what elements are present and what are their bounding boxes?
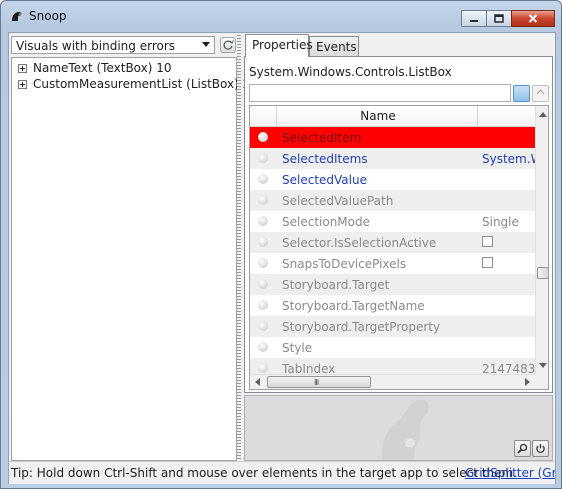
property-marker-icon[interactable] — [258, 195, 268, 205]
properties-pane: Properties Events System.Windows.Control… — [242, 33, 555, 461]
property-name: SelectedValue — [282, 173, 367, 187]
property-name: SelectedValuePath — [282, 194, 394, 208]
tab-events[interactable]: Events — [309, 36, 359, 56]
property-row[interactable]: SelectionMode Single — [250, 211, 535, 232]
scroll-left-icon[interactable] — [255, 378, 260, 386]
property-row[interactable]: Selector.IsSelectionActive — [250, 232, 535, 253]
scroll-grip: III — [314, 378, 319, 387]
property-name: Selector.IsSelectionActive — [282, 236, 437, 250]
tab-properties[interactable]: Properties — [245, 34, 313, 57]
property-marker-icon[interactable] — [258, 237, 268, 247]
scroll-up-icon[interactable] — [539, 112, 547, 117]
property-row[interactable]: SelectedValuePath — [250, 190, 535, 211]
chevron-down-icon — [202, 42, 210, 47]
property-row[interactable]: Style — [250, 337, 535, 358]
horizontal-scrollbar[interactable]: III — [250, 374, 535, 389]
property-row[interactable]: Storyboard.TargetName — [250, 295, 535, 316]
property-marker-icon[interactable] — [258, 216, 268, 226]
property-value[interactable]: System.W — [482, 152, 535, 166]
visual-tree-pane: Visuals with binding errors NameText (Te… — [9, 33, 258, 461]
collapse-button[interactable] — [532, 85, 549, 102]
property-marker-icon[interactable] — [258, 342, 268, 352]
snoop-dog-watermark-icon — [381, 399, 429, 460]
visual-filter-selected: Visuals with binding errors — [16, 39, 176, 53]
property-row[interactable]: TabIndex 2147483 — [250, 358, 535, 375]
refresh-icon — [223, 40, 234, 50]
scroll-thumb[interactable]: III — [267, 376, 371, 388]
column-separator[interactable] — [276, 106, 277, 126]
property-filter-input[interactable] — [249, 84, 511, 102]
column-separator[interactable] — [477, 106, 478, 126]
property-value-checkbox[interactable] — [482, 257, 493, 268]
tree-item-label: CustomMeasurementList (ListBox) 26 — [33, 77, 258, 91]
zoom-icon — [517, 443, 528, 454]
zoom-button[interactable] — [514, 440, 531, 457]
property-marker-icon[interactable] — [258, 279, 268, 289]
selected-element-link[interactable]: GridSplitter (Grid — [465, 466, 555, 480]
property-name: Style — [282, 341, 313, 355]
preview-panel — [244, 395, 553, 461]
property-name: Storyboard.TargetName — [282, 299, 425, 313]
property-name: SelectionMode — [282, 215, 370, 229]
property-value[interactable]: Single — [482, 215, 519, 229]
close-icon — [528, 14, 538, 23]
title-bar[interactable]: Snoop — [1, 1, 561, 31]
vertical-scrollbar[interactable] — [535, 106, 548, 374]
filter-toggle-button[interactable] — [513, 85, 530, 102]
column-header-name[interactable]: Name — [280, 109, 476, 123]
tree-item[interactable]: CustomMeasurementList (ListBox) 26 — [18, 76, 258, 92]
properties-tab-panel: System.Windows.Controls.ListBox Name Sel… — [244, 56, 553, 393]
property-rows: SelectedItemSelectedItemsSystem.WSelecte… — [250, 127, 535, 375]
property-row[interactable]: SelectedValue — [250, 169, 535, 190]
expand-plus-icon[interactable] — [18, 79, 27, 89]
status-tip: Tip: Hold down Ctrl-Shift and mouse over… — [11, 466, 517, 480]
property-marker-icon[interactable] — [258, 363, 268, 373]
scroll-down-icon[interactable] — [539, 363, 547, 368]
property-row[interactable]: SelectedItems System.W — [250, 148, 535, 169]
scroll-corner — [535, 374, 548, 389]
property-name: Storyboard.TargetProperty — [282, 320, 441, 334]
property-row[interactable]: Storyboard.Target — [250, 274, 535, 295]
close-button[interactable] — [511, 10, 555, 27]
snoop-window: Snoop Visuals with binding errors NameTe… — [0, 0, 562, 489]
minimize-button[interactable] — [461, 10, 487, 27]
visual-tree[interactable]: NameText (TextBox) 10 CustomMeasurementL… — [11, 57, 258, 461]
property-marker-icon[interactable] — [258, 132, 268, 142]
property-row[interactable]: Storyboard.TargetProperty — [250, 316, 535, 337]
property-value-checkbox[interactable] — [482, 236, 493, 247]
property-marker-icon[interactable] — [258, 300, 268, 310]
property-row[interactable]: SnapsToDevicePixels — [250, 253, 535, 274]
maximize-button[interactable] — [486, 10, 512, 27]
property-marker-icon[interactable] — [258, 321, 268, 331]
window-title: Snoop — [29, 9, 67, 23]
property-row[interactable]: SelectedItem — [250, 127, 535, 148]
selected-type-name: System.Windows.Controls.ListBox — [249, 65, 452, 79]
power-button[interactable] — [532, 440, 549, 457]
scroll-thumb[interactable] — [537, 267, 548, 279]
property-name: SelectedItems — [282, 152, 368, 166]
scroll-right-icon[interactable] — [525, 378, 530, 386]
property-name: Storyboard.Target — [282, 278, 390, 292]
maximize-icon — [494, 14, 504, 23]
minimize-icon — [470, 19, 478, 22]
tree-item[interactable]: NameText (TextBox) 10 — [18, 60, 172, 76]
status-bar: Tip: Hold down Ctrl-Shift and mouse over… — [9, 461, 555, 484]
visual-filter-combo[interactable]: Visuals with binding errors — [11, 36, 215, 54]
refresh-button[interactable] — [220, 37, 236, 53]
property-marker-icon[interactable] — [258, 258, 268, 268]
power-icon — [536, 444, 545, 454]
grid-header: Name — [250, 106, 535, 127]
property-marker-icon[interactable] — [258, 153, 268, 163]
property-marker-icon[interactable] — [258, 174, 268, 184]
tree-item-label: NameText (TextBox) 10 — [33, 61, 172, 75]
chevron-up-icon — [536, 89, 545, 95]
property-name: SelectedItem — [282, 131, 362, 145]
property-grid: Name SelectedItemSelectedItemsSystem.WSe… — [249, 105, 549, 390]
main-client-area: Visuals with binding errors NameText (Te… — [8, 32, 556, 484]
expand-plus-icon[interactable] — [18, 63, 27, 73]
pane-splitter[interactable] — [237, 33, 241, 461]
snoop-dog-icon — [12, 12, 22, 21]
property-name: SnapsToDevicePixels — [282, 257, 407, 271]
